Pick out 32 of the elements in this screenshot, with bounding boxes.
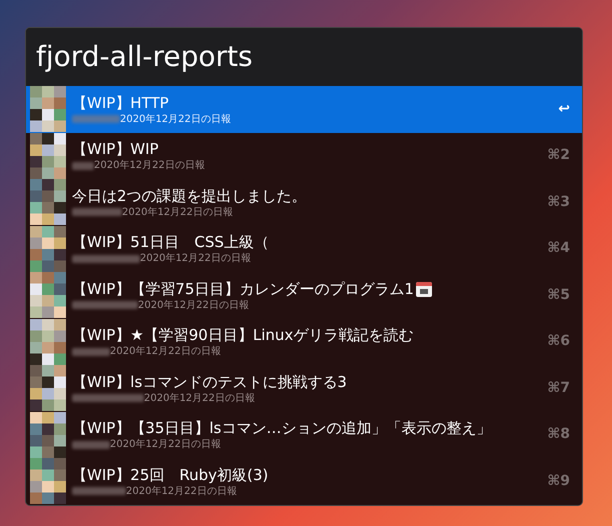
- shortcut-label: ⌘8: [547, 425, 570, 444]
- result-item[interactable]: 【WIP】WIP 2020年12月22日の日報 ⌘2: [26, 132, 582, 179]
- shortcut-label: ↩: [558, 100, 570, 119]
- shortcut-label: ⌘3: [547, 192, 570, 212]
- result-title: 今日は2つの課題を提出しました。: [72, 186, 307, 206]
- result-subtitle: 2020年12月22日の日報: [126, 484, 237, 498]
- result-subtitle: 2020年12月22日の日報: [138, 298, 249, 312]
- result-title: 【WIP】【35日目】lsコマン…ションの追加」「表示の整え」: [72, 418, 492, 438]
- shortcut-label: ⌘7: [547, 378, 570, 398]
- search-field[interactable]: fjord-all-reports: [26, 28, 582, 86]
- result-title: 【WIP】lsコマンドのテストに挑戦する3: [72, 372, 347, 392]
- result-subtitle: 2020年12月22日の日報: [110, 438, 221, 452]
- result-title: 【WIP】51日目 CSS上級（: [72, 232, 269, 252]
- shortcut-label: ⌘9: [547, 472, 570, 491]
- result-subtitle: 2020年12月22日の日報: [140, 252, 251, 266]
- result-subtitle: 2020年12月22日の日報: [110, 345, 221, 358]
- result-title: 【WIP】WIP: [72, 139, 159, 160]
- result-item[interactable]: 【WIP】HTTP 2020年12月22日の日報 ↩: [26, 86, 582, 132]
- result-title: 【WIP】【学習75日目】カレンダーのプログラム1: [72, 278, 414, 299]
- result-subtitle: 2020年12月22日の日報: [120, 112, 231, 126]
- result-title: 【WIP】HTTP: [72, 92, 169, 113]
- result-subtitle: 2020年12月22日の日報: [94, 159, 205, 172]
- calendar-icon: [414, 280, 433, 298]
- shortcut-label: ⌘6: [547, 332, 570, 352]
- shortcut-label: ⌘4: [547, 239, 570, 258]
- result-item[interactable]: 【WIP】25回 Ruby初級(3) 2020年12月22日の日報 ⌘9: [26, 458, 582, 504]
- result-title: 【WIP】★【学習90日目】Linuxゲリラ戦記を読む: [72, 325, 414, 346]
- shortcut-label: ⌘5: [547, 286, 570, 305]
- result-subtitle: 2020年12月22日の日報: [122, 206, 233, 219]
- result-subtitle: 2020年12月22日の日報: [144, 392, 255, 405]
- result-title: 【WIP】25回 Ruby初級(3): [72, 464, 268, 485]
- shortcut-label: ⌘2: [547, 146, 570, 166]
